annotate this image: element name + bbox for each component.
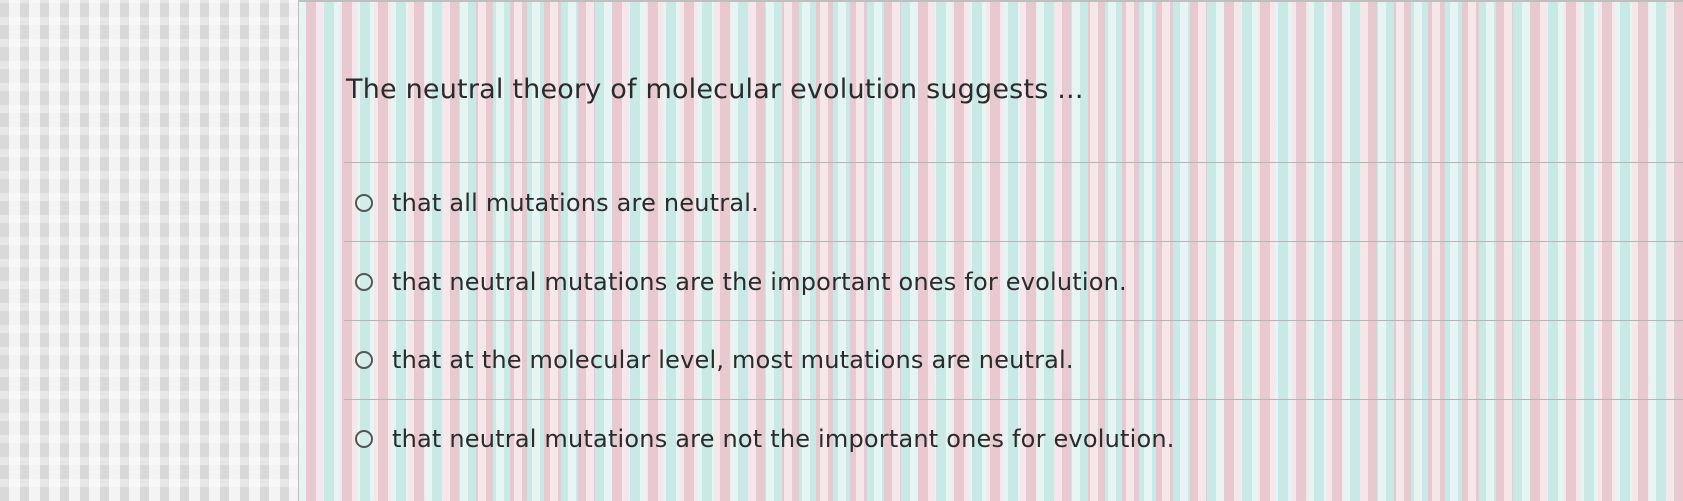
answer-option-label-2: that neutral mutations are the important… bbox=[392, 268, 1127, 296]
answer-option-label-1: that all mutations are neutral. bbox=[392, 189, 759, 217]
question-text: The neutral theory of molecular evolutio… bbox=[346, 74, 1084, 105]
divider bbox=[344, 241, 1683, 242]
answer-option-label-4: that neutral mutations are not the impor… bbox=[392, 425, 1175, 453]
radio-button-4[interactable] bbox=[355, 430, 373, 448]
radio-button-3[interactable] bbox=[355, 351, 373, 369]
answer-option-2[interactable]: that neutral mutations are the important… bbox=[355, 262, 1127, 302]
divider bbox=[344, 320, 1683, 321]
left-gutter bbox=[0, 0, 299, 501]
answer-option-4[interactable]: that neutral mutations are not the impor… bbox=[355, 419, 1175, 459]
answer-option-1[interactable]: that all mutations are neutral. bbox=[355, 183, 759, 223]
divider bbox=[344, 162, 1683, 163]
answer-option-3[interactable]: that at the molecular level, most mutati… bbox=[355, 340, 1074, 380]
answer-option-label-3: that at the molecular level, most mutati… bbox=[392, 346, 1074, 374]
radio-button-1[interactable] bbox=[355, 194, 373, 212]
question-panel: The neutral theory of molecular evolutio… bbox=[299, 2, 1683, 501]
radio-button-2[interactable] bbox=[355, 273, 373, 291]
divider bbox=[344, 399, 1683, 400]
